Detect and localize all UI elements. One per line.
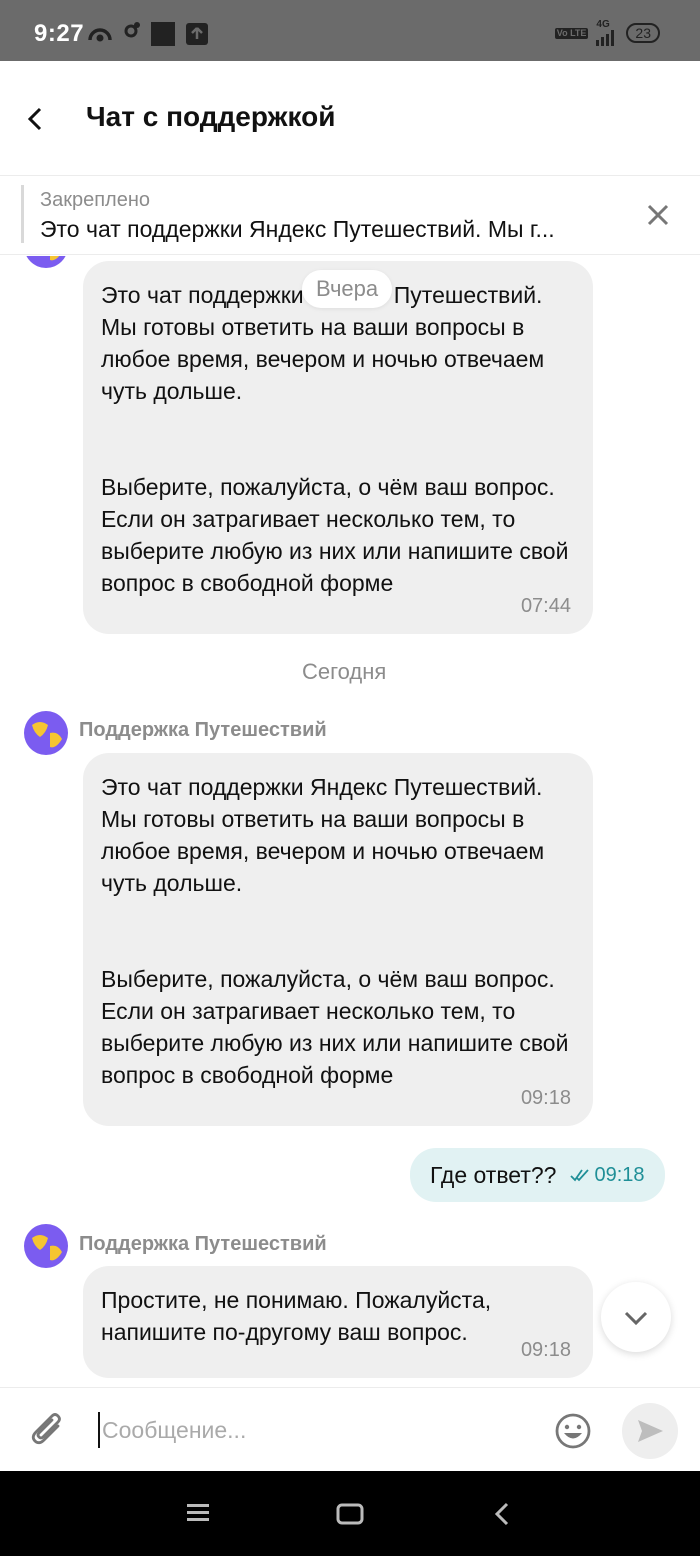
read-checkmarks-icon — [570, 1169, 590, 1182]
menu-icon — [187, 1504, 209, 1521]
message-time: 07:44 — [520, 595, 571, 617]
close-pinned-button[interactable] — [642, 199, 674, 231]
message-text: Это чат поддержки Яндекс Путешествий. Мы… — [101, 774, 545, 896]
message-text: Простите, не понимаю. Пожалуйста, напиши… — [101, 1287, 492, 1345]
volte-badge: Vo LTE — [554, 27, 589, 39]
chat-header: Чат с поддержкой — [0, 61, 700, 176]
back-nav-button[interactable] — [490, 1501, 514, 1532]
globe-icon — [50, 256, 60, 261]
scroll-down-button[interactable] — [601, 1282, 671, 1352]
date-separator-today: Сегодня — [302, 659, 387, 684]
settings-icon — [120, 20, 142, 47]
pinned-message[interactable]: Закреплено Это чат поддержки Яндекс Путе… — [0, 177, 700, 255]
pinned-label: Закреплено — [40, 189, 150, 211]
close-icon — [647, 204, 669, 226]
status-bar: 9:27 Vo LTE 4G 23 — [0, 0, 700, 61]
back-button[interactable] — [20, 103, 52, 135]
message-composer — [0, 1387, 700, 1471]
emoji-button[interactable] — [554, 1412, 592, 1455]
status-time: 9:27 — [34, 20, 85, 47]
chevron-down-icon — [624, 1311, 648, 1326]
globe-icon — [32, 722, 62, 748]
send-button[interactable] — [622, 1403, 678, 1459]
message-bubble-incoming[interactable]: Простите, не понимаю. Пожалуйста, напиши… — [83, 1266, 593, 1378]
page-title: Чат с поддержкой — [86, 101, 336, 132]
sender-name: Поддержка Путешествий — [79, 1233, 327, 1255]
system-navigation-bar — [0, 1471, 700, 1556]
square-icon — [336, 1503, 364, 1525]
globe-icon — [32, 1235, 62, 1261]
message-status: 09:18 — [570, 1163, 645, 1187]
status-indicators: Vo LTE 4G 23 — [554, 20, 660, 46]
pinned-accent-bar — [21, 185, 24, 243]
pinned-text: Это чат поддержки Яндекс Путешествий. Мы… — [40, 216, 555, 242]
message-bubble-incoming[interactable]: Это чат поддержки Яндекс Путешествий. Мы… — [83, 753, 593, 1126]
date-separator-yesterday: Вчера — [302, 270, 393, 308]
chevron-left-icon — [27, 107, 42, 131]
battery-indicator: 23 — [626, 23, 660, 43]
chat-messages[interactable]: Это чат поддержки Яндекс Путешествий. Мы… — [0, 256, 700, 1386]
hotspot-icon — [86, 20, 114, 53]
triangle-back-icon — [494, 1502, 509, 1526]
sender-name: Поддержка Путешествий — [79, 719, 327, 741]
network-label: 4G — [596, 19, 610, 30]
notification-square-icon — [151, 22, 175, 46]
message-time: 09:18 — [520, 1087, 571, 1109]
send-icon — [638, 1420, 663, 1442]
paperclip-icon — [31, 1413, 61, 1445]
attach-button[interactable] — [30, 1410, 68, 1455]
support-avatar — [24, 1224, 68, 1268]
message-bubble-outgoing[interactable]: Где ответ?? 09:18 — [410, 1148, 665, 1202]
signal-icon: 4G — [596, 20, 618, 46]
smiley-icon — [555, 1413, 591, 1449]
message-time: 09:18 — [594, 1163, 645, 1186]
message-input[interactable] — [98, 1412, 538, 1448]
message-text: Выберите, пожалуйста, о чём ваш вопрос. … — [101, 966, 569, 1088]
message-bubble-incoming[interactable]: Это чат поддержки Яндекс Путешествий. Мы… — [83, 261, 593, 634]
recent-apps-button[interactable] — [185, 1501, 211, 1530]
home-button[interactable] — [335, 1501, 365, 1532]
message-time: 09:18 — [520, 1339, 571, 1361]
support-avatar — [24, 711, 68, 755]
message-text: Где ответ?? — [430, 1161, 557, 1188]
message-text: Выберите, пожалуйста, о чём ваш вопрос. … — [101, 474, 569, 596]
upload-icon — [186, 23, 208, 45]
support-avatar — [24, 256, 68, 268]
